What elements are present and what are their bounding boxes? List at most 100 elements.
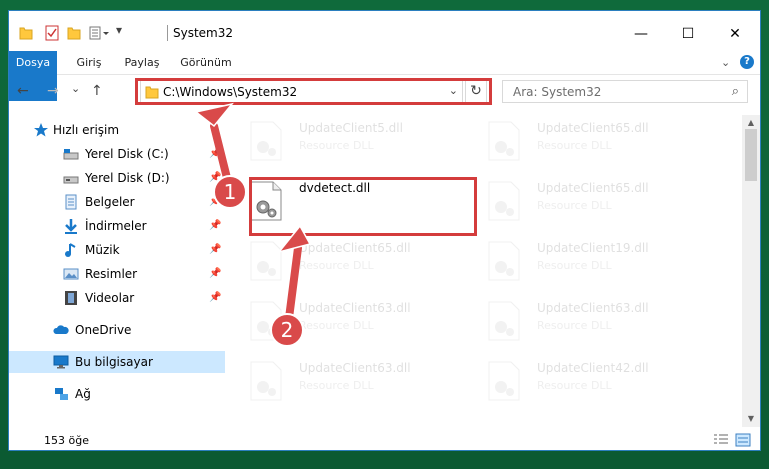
dll-file-icon bbox=[488, 301, 520, 341]
sidebar-item-documents[interactable]: Belgeler 📌 bbox=[9, 191, 225, 213]
tab-view[interactable]: Görünüm bbox=[173, 51, 239, 75]
sidebar-item-this-pc[interactable]: Bu bilgisayar bbox=[9, 351, 225, 373]
file-type: Resource DLL bbox=[537, 259, 612, 272]
step-badge-1: 1 bbox=[213, 175, 247, 209]
close-button[interactable]: ✕ bbox=[712, 19, 758, 49]
sidebar-item-quick-access[interactable]: Hızlı erişim bbox=[9, 119, 225, 141]
pin-icon[interactable]: 📌 bbox=[209, 220, 221, 231]
sidebar-item-label: Ağ bbox=[75, 387, 91, 401]
recent-locations-button[interactable]: ⌄ bbox=[71, 82, 80, 95]
file-item[interactable]: UpdateClient63.dll Resource DLL bbox=[231, 357, 461, 407]
dll-file-icon bbox=[488, 121, 520, 161]
file-name: UpdateClient65.dll bbox=[537, 181, 649, 195]
videos-icon bbox=[65, 291, 77, 305]
tab-home[interactable]: Giriş bbox=[69, 51, 109, 75]
help-icon[interactable]: ? bbox=[740, 55, 754, 69]
sidebar-item-disk-c[interactable]: Yerel Disk (C:) 📌 bbox=[9, 143, 225, 165]
search-icon[interactable]: ⌕ bbox=[732, 84, 739, 99]
search-placeholder[interactable]: Ara: System32 bbox=[513, 85, 601, 99]
network-icon bbox=[55, 388, 68, 400]
cloud-icon bbox=[53, 325, 69, 334]
dll-file-icon bbox=[250, 361, 282, 401]
sidebar-item-videos[interactable]: Videolar 📌 bbox=[9, 287, 225, 309]
sidebar-item-downloads[interactable]: İndirmeler 📌 bbox=[9, 215, 225, 237]
sidebar-item-label: İndirmeler bbox=[85, 219, 147, 233]
properties-icon[interactable] bbox=[45, 25, 59, 41]
file-name: UpdateClient42.dll bbox=[537, 361, 649, 375]
pin-icon[interactable]: 📌 bbox=[209, 148, 221, 159]
sidebar-item-label: Videolar bbox=[85, 291, 135, 305]
scroll-down-icon[interactable]: ▼ bbox=[742, 411, 760, 427]
file-list: UpdateClient5.dll Resource DLL dvdetect.… bbox=[231, 115, 739, 427]
window-title: System32 bbox=[173, 26, 234, 40]
details-view-icon[interactable] bbox=[713, 433, 729, 447]
ribbon-expand-icon[interactable]: ⌄ bbox=[721, 56, 730, 69]
tiles-view-icon[interactable] bbox=[735, 433, 751, 447]
minimize-button[interactable]: — bbox=[618, 19, 664, 49]
star-icon bbox=[34, 123, 48, 137]
drive-icon bbox=[63, 176, 79, 184]
file-item[interactable]: UpdateClient65.dll Resource DLL bbox=[231, 237, 461, 287]
step-badge-2: 2 bbox=[270, 313, 304, 347]
back-button[interactable]: ← bbox=[17, 83, 29, 99]
file-type: Resource DLL bbox=[299, 139, 374, 152]
sidebar-item-disk-d[interactable]: Yerel Disk (D:) 📌 bbox=[9, 167, 225, 189]
vertical-scrollbar[interactable]: ▲ ▼ bbox=[742, 115, 760, 427]
file-highlight-box bbox=[249, 177, 477, 236]
file-type: Resource DLL bbox=[537, 139, 612, 152]
drive-icon bbox=[63, 149, 79, 160]
minimize-icon: — bbox=[634, 26, 648, 42]
file-name: UpdateClient65.dll bbox=[299, 241, 411, 255]
dll-file-icon bbox=[250, 241, 282, 281]
file-item[interactable]: UpdateClient65.dll Resource DLL bbox=[469, 117, 699, 167]
item-count: 153 öğe bbox=[44, 434, 89, 447]
sidebar-item-network[interactable]: Ağ bbox=[9, 383, 225, 405]
file-type: Resource DLL bbox=[537, 199, 612, 212]
sidebar-item-label: OneDrive bbox=[75, 323, 132, 337]
file-name: UpdateClient63.dll bbox=[299, 361, 411, 375]
dll-file-icon bbox=[488, 241, 520, 281]
pin-icon[interactable]: 📌 bbox=[209, 292, 221, 303]
sidebar-item-label: Belgeler bbox=[85, 195, 135, 209]
file-type: Resource DLL bbox=[537, 319, 612, 332]
documents-icon bbox=[65, 194, 77, 210]
computer-icon bbox=[53, 355, 69, 369]
pin-icon[interactable]: 📌 bbox=[209, 268, 221, 279]
sidebar-item-onedrive[interactable]: OneDrive bbox=[9, 319, 225, 341]
file-item[interactable]: UpdateClient42.dll Resource DLL bbox=[469, 357, 699, 407]
maximize-button[interactable]: ☐ bbox=[665, 19, 711, 49]
file-item[interactable]: UpdateClient63.dll Resource DLL bbox=[469, 297, 699, 347]
pin-icon[interactable]: 📌 bbox=[209, 244, 221, 255]
file-name: UpdateClient19.dll bbox=[537, 241, 649, 255]
file-name: UpdateClient5.dll bbox=[299, 121, 403, 135]
customize-qa-icon[interactable] bbox=[89, 25, 111, 41]
file-item[interactable]: UpdateClient5.dll Resource DLL bbox=[231, 117, 461, 167]
file-item[interactable]: UpdateClient63.dll Resource DLL bbox=[231, 297, 461, 347]
sidebar-item-pictures[interactable]: Resimler 📌 bbox=[9, 263, 225, 285]
navigation-pane: Hızlı erişim Yerel Disk (C:) 📌 Yerel Dis… bbox=[9, 115, 225, 427]
sidebar-item-label: Hızlı erişim bbox=[53, 123, 120, 137]
sidebar-item-label: Müzik bbox=[85, 243, 120, 257]
sidebar-item-music[interactable]: Müzik 📌 bbox=[9, 239, 225, 261]
dll-file-icon bbox=[250, 121, 282, 161]
qa-dropdown-icon[interactable]: ▾ bbox=[116, 23, 122, 39]
dll-file-icon bbox=[488, 361, 520, 401]
file-name: UpdateClient65.dll bbox=[537, 121, 649, 135]
scroll-thumb[interactable] bbox=[745, 129, 757, 181]
forward-button[interactable]: → bbox=[47, 83, 59, 99]
download-icon bbox=[65, 219, 77, 234]
file-item[interactable]: UpdateClient19.dll Resource DLL bbox=[469, 237, 699, 287]
file-type: Resource DLL bbox=[299, 319, 374, 332]
search-box[interactable]: Ara: System32 ⌕ bbox=[502, 80, 748, 103]
title-bar: ▾ System32 — ☐ ✕ bbox=[9, 11, 760, 51]
sidebar-item-label: Yerel Disk (C:) bbox=[85, 147, 169, 161]
file-item[interactable]: UpdateClient65.dll Resource DLL bbox=[469, 177, 699, 227]
tab-share[interactable]: Paylaş bbox=[117, 51, 167, 75]
file-type: Resource DLL bbox=[299, 379, 374, 392]
file-name: UpdateClient63.dll bbox=[299, 301, 411, 315]
up-button[interactable]: ↑ bbox=[91, 83, 103, 99]
new-folder-icon[interactable] bbox=[67, 25, 81, 41]
dll-file-icon bbox=[488, 181, 520, 221]
music-icon bbox=[65, 243, 76, 257]
file-type: Resource DLL bbox=[537, 379, 612, 392]
